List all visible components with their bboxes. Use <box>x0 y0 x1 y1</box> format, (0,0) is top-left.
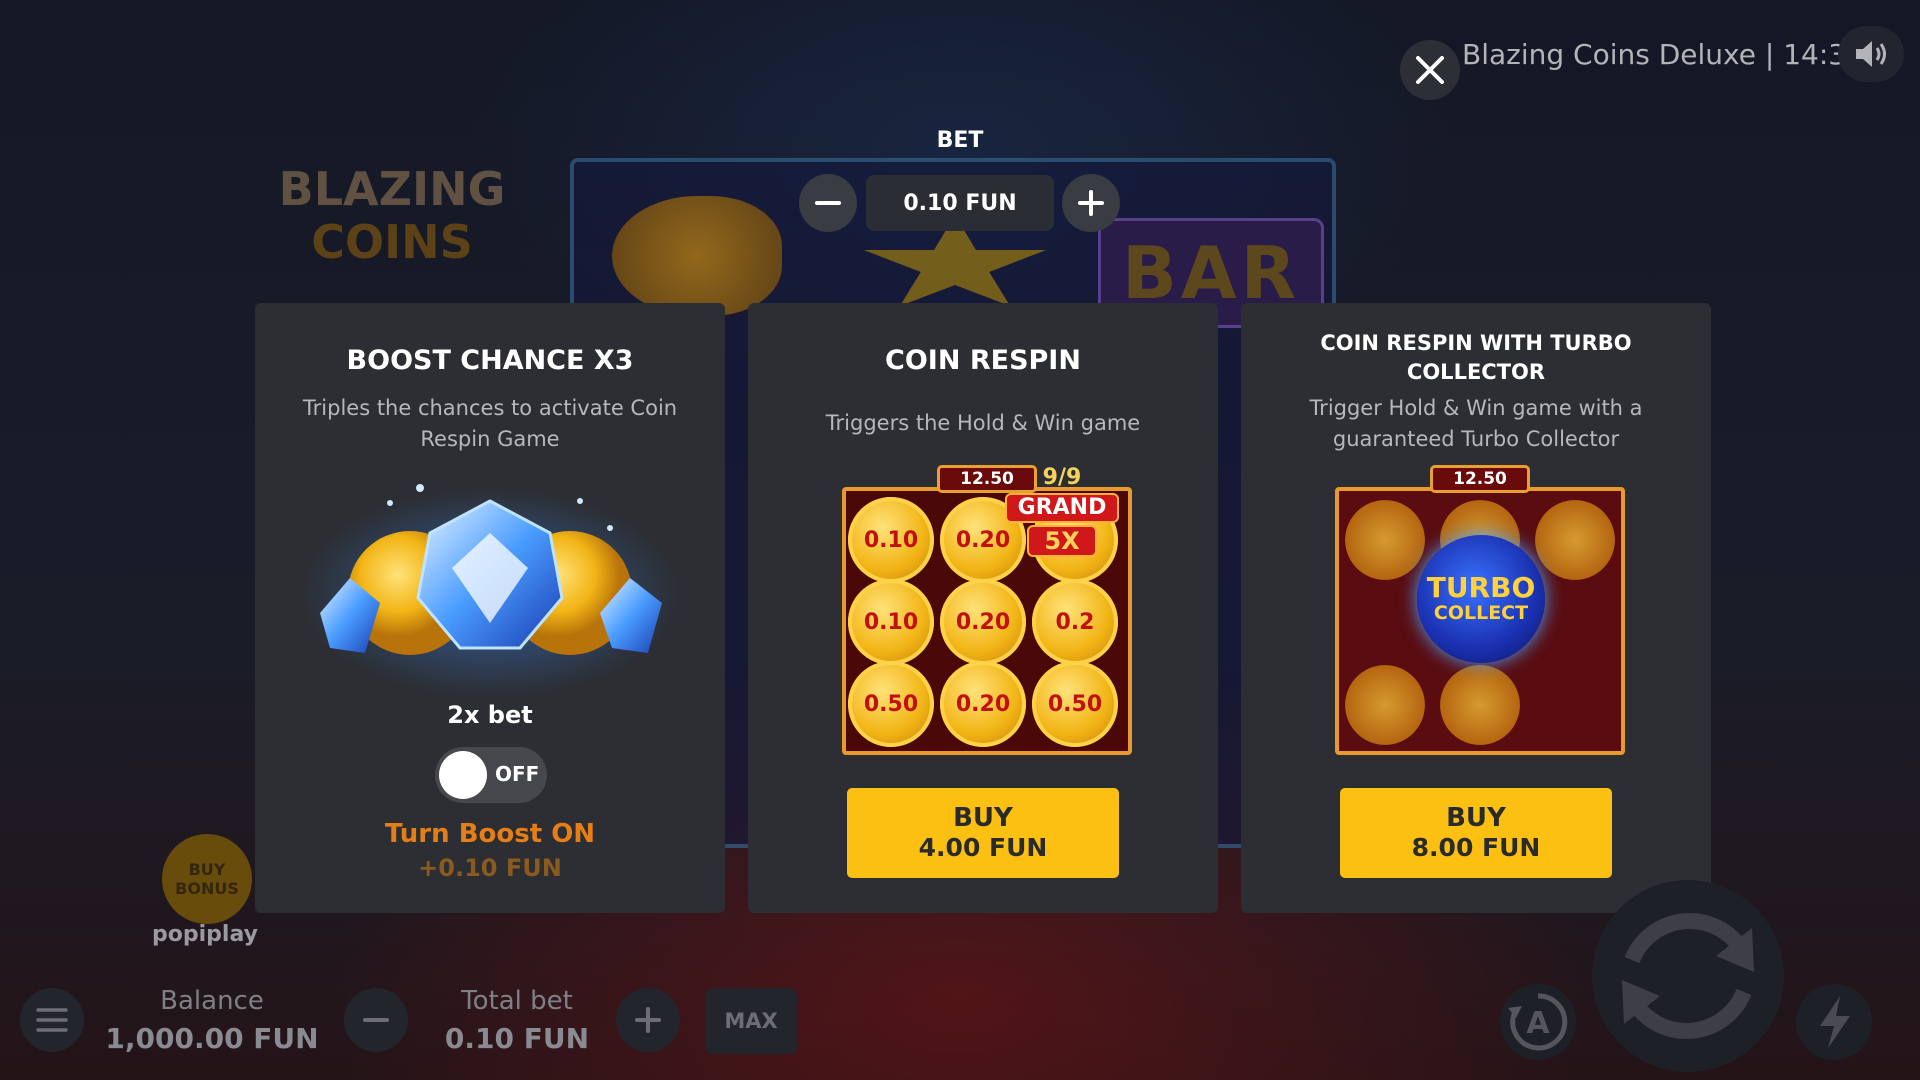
grand-label: GRAND <box>1005 493 1119 523</box>
toggle-state-label: OFF <box>495 762 540 786</box>
turbo-button[interactable] <box>1796 984 1872 1060</box>
total-bet-label: Total bet <box>461 986 573 1016</box>
spin-button[interactable] <box>1592 880 1784 1072</box>
buy-price: 4.00 FUN <box>918 833 1048 862</box>
toggle-knob <box>439 751 487 799</box>
minus-icon <box>815 201 841 205</box>
speaker-icon <box>1856 41 1886 67</box>
menu-button[interactable] <box>20 988 84 1052</box>
balance-value: 1,000.00 FUN <box>105 1022 319 1055</box>
coin <box>1345 500 1425 580</box>
coin <box>1440 665 1520 745</box>
max-bet-button[interactable]: MAX <box>705 988 797 1054</box>
coin <box>1345 665 1425 745</box>
card-title: BOOST CHANCE X3 <box>346 345 634 376</box>
hamburger-menu-icon <box>36 1008 68 1032</box>
balance-label: Balance <box>160 986 264 1016</box>
autoplay-button[interactable]: A <box>1500 984 1576 1060</box>
card-title: COIN RESPIN <box>885 345 1081 376</box>
logo-line2: COINS <box>311 215 473 269</box>
sound-button[interactable] <box>1838 26 1904 82</box>
coin: 0.50 <box>848 661 934 747</box>
autoplay-icon: A <box>1508 993 1568 1051</box>
lightning-icon <box>1820 996 1850 1048</box>
buy-coin-respin-button[interactable]: BUY 4.00 FUN <box>847 788 1119 878</box>
total-bet-decrease-button[interactable] <box>344 988 408 1052</box>
game-title: Blazing Coins Deluxe | 14:33 <box>1462 38 1864 71</box>
coin-respin-card: COIN RESPIN Triggers the Hold & Win game… <box>748 303 1218 913</box>
buy-bonus-line2: BONUS <box>175 879 239 898</box>
turbo-collect-orb: TURBO COLLECT <box>1417 535 1545 663</box>
bet-multiplier-label: 2x bet <box>447 701 533 729</box>
bet-increase-button[interactable] <box>1062 174 1120 232</box>
turbo-collect-image: 12.50 TURBO COLLECT <box>1335 465 1625 755</box>
svg-text:A: A <box>1526 1006 1550 1041</box>
bet-value-display: 0.10 FUN <box>866 175 1054 231</box>
buy-turbo-collector-button[interactable]: BUY 8.00 FUN <box>1340 788 1612 878</box>
card-description: Trigger Hold & Win game with a guarantee… <box>1309 396 1643 451</box>
grid-total-label: 12.50 <box>1430 465 1530 493</box>
grand-jackpot-badge: 9/9 GRAND 5X <box>1003 465 1121 561</box>
turbo-collector-card: COIN RESPIN WITH TURBO COLLECTOR Trigger… <box>1241 303 1711 913</box>
grand-multiplier: 5X <box>1027 525 1097 557</box>
game-logo: BLAZING COINS <box>272 160 512 310</box>
bet-decrease-button[interactable] <box>799 174 857 232</box>
grand-count: 9/9 <box>1042 465 1082 490</box>
coin: 0.50 <box>1032 661 1118 747</box>
coin: 0.10 <box>848 497 934 583</box>
boost-chance-card: BOOST CHANCE X3 Triples the chances to a… <box>255 303 725 913</box>
coin: 0.10 <box>848 579 934 665</box>
close-button[interactable] <box>1400 40 1460 100</box>
plus-icon <box>635 1007 661 1033</box>
lemon-symbol <box>612 196 782 316</box>
buy-label: BUY <box>953 803 1013 833</box>
coin: 0.2 <box>1032 579 1118 665</box>
bet-label: BET <box>936 128 984 153</box>
buy-price: 8.00 FUN <box>1411 833 1541 862</box>
total-bet-value: 0.10 FUN <box>444 1022 590 1055</box>
buy-bonus-line1: BUY <box>188 860 226 879</box>
boost-toggle[interactable]: OFF <box>435 747 547 803</box>
boost-price: +0.10 FUN <box>418 854 562 882</box>
coin <box>1535 500 1615 580</box>
card-description: Triples the chances to activate Coin Res… <box>302 396 678 451</box>
minus-icon <box>363 1018 389 1022</box>
buy-label: BUY <box>1446 803 1506 833</box>
card-description: Triggers the Hold & Win game <box>825 411 1141 435</box>
logo-line1: BLAZING <box>278 162 506 216</box>
coin: 0.20 <box>940 579 1026 665</box>
total-bet-increase-button[interactable] <box>616 988 680 1052</box>
close-icon <box>1416 56 1444 84</box>
diamond-coins-image <box>300 484 680 698</box>
brand-logo: popiplay <box>152 922 258 947</box>
turbo-label: TURBO <box>1426 571 1536 604</box>
buy-bonus-button[interactable]: BUY BONUS <box>162 834 252 924</box>
plus-icon <box>1078 190 1104 216</box>
spin-icon <box>1622 913 1754 1039</box>
coin: 0.20 <box>940 661 1026 747</box>
turn-boost-label: Turn Boost ON <box>384 819 596 849</box>
collect-label: COLLECT <box>1433 602 1529 624</box>
card-title: COIN RESPIN WITH TURBO COLLECTOR <box>1320 331 1632 384</box>
